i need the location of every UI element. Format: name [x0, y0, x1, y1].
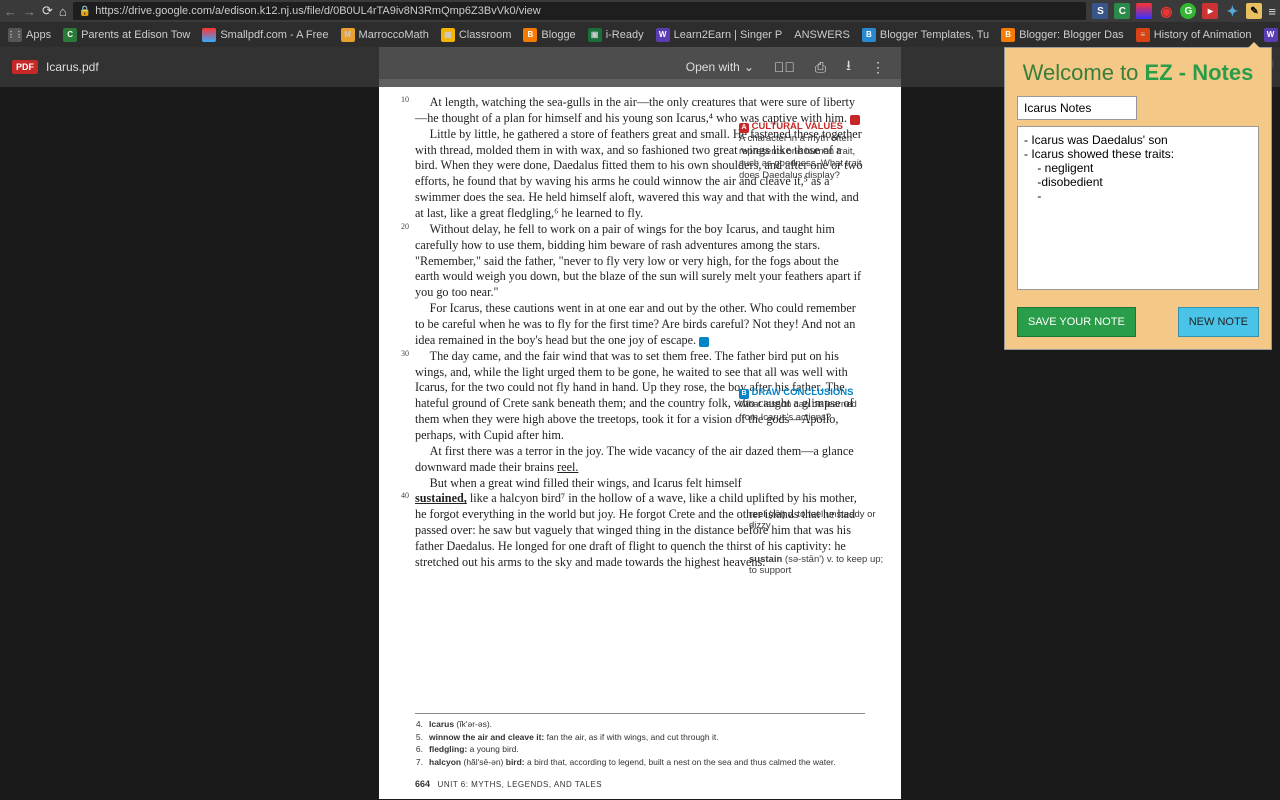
bookmark-item[interactable]: MMarroccoMath: [341, 28, 429, 42]
body-paragraph: But when a great wind filled their wings…: [415, 476, 865, 492]
line-number: 30: [401, 349, 409, 359]
ext-icon[interactable]: [1136, 3, 1152, 19]
viewer-toolbar: Open with ⌄ ✚⃝ ⎙ ⭳ ⋮: [379, 47, 901, 87]
footnotes: 4.Icarus (ĭkʹər-əs). 5.winnow the air an…: [415, 713, 865, 769]
bookmarks-bar: ⋮⋮Apps CParents at Edison Tow Smallpdf.c…: [0, 22, 1280, 47]
note-body-textarea[interactable]: [1017, 126, 1259, 290]
ext-icon[interactable]: ✦: [1224, 3, 1240, 19]
eznotes-popup: Welcome to EZ - Notes SAVE YOUR NOTE NEW…: [1004, 47, 1272, 350]
ext-icon[interactable]: ◉: [1158, 3, 1174, 19]
more-icon[interactable]: ⋮: [871, 59, 885, 76]
download-icon[interactable]: ⭳: [846, 55, 851, 79]
body-paragraph: At first there was a terror in the joy. …: [415, 444, 865, 476]
bookmark-item[interactable]: ≡History of Animation: [1136, 28, 1252, 42]
pdf-badge: PDF: [12, 60, 38, 74]
document-page: 10 At length, watching the sea-gulls in …: [379, 79, 901, 799]
document-title: Icarus.pdf: [46, 60, 99, 74]
add-to-drive-icon[interactable]: ✚⃝: [774, 59, 795, 75]
eznotes-header: Welcome to EZ - Notes: [1017, 60, 1259, 86]
bookmark-item[interactable]: ANSWERS: [794, 29, 850, 41]
chevron-down-icon: ⌄: [744, 60, 754, 74]
margin-annotation: B DRAW CONCLUSIONS What lesson can be le…: [739, 387, 869, 424]
popup-anchor-icon: [1248, 42, 1260, 48]
url-text: https://drive.google.com/a/edison.k12.nj…: [95, 5, 541, 17]
annotation-letter-icon: A: [739, 123, 749, 133]
bookmark-item[interactable]: BBlogger Templates, Tu: [862, 28, 989, 42]
extension-icons: S C ◉ G ▸ ✦ ✎ ≡: [1092, 3, 1276, 19]
annotation-marker-b: B: [699, 337, 709, 347]
new-note-button[interactable]: NEW NOTE: [1178, 307, 1259, 337]
url-bar[interactable]: 🔒 https://drive.google.com/a/edison.k12.…: [73, 2, 1087, 20]
bookmark-item[interactable]: BBlogge: [523, 28, 575, 42]
ext-icon[interactable]: G: [1180, 3, 1196, 19]
line-number: 10: [401, 95, 409, 105]
vocab-entry: reel (rēl) v. to feel unsteady or dizzy: [749, 509, 884, 531]
ext-icon[interactable]: C: [1114, 3, 1130, 19]
reload-icon[interactable]: ⟳: [42, 3, 53, 19]
line-number: 40: [401, 491, 409, 501]
menu-icon[interactable]: ≡: [1268, 4, 1276, 19]
bookmark-item[interactable]: BBlogger: Blogger Das: [1001, 28, 1124, 42]
bookmark-item[interactable]: ▦Classroom: [441, 28, 512, 42]
line-number: 20: [401, 222, 409, 232]
body-paragraph: For Icarus, these cautions went in at on…: [415, 301, 865, 349]
eznotes-ext-icon[interactable]: ✎: [1246, 3, 1262, 19]
body-paragraph: Without delay, he fell to work on a pair…: [415, 222, 865, 301]
bookmark-item[interactable]: CParents at Edison Tow: [63, 28, 190, 42]
margin-annotation: A CULTURAL VALUES A character in a myth …: [739, 121, 869, 183]
ext-icon[interactable]: ▸: [1202, 3, 1218, 19]
lock-icon: 🔒: [79, 6, 91, 17]
back-icon[interactable]: ←: [4, 4, 17, 19]
bookmark-item[interactable]: ▣i-Ready: [588, 28, 644, 42]
bookmark-item[interactable]: Smallpdf.com - A Free: [202, 28, 328, 42]
save-note-button[interactable]: SAVE YOUR NOTE: [1017, 307, 1136, 337]
print-icon[interactable]: ⎙: [815, 59, 826, 76]
home-icon[interactable]: ⌂: [59, 4, 67, 19]
bookmark-item[interactable]: ⋮⋮Apps: [8, 28, 51, 42]
browser-toolbar: ← → ⟳ ⌂ 🔒 https://drive.google.com/a/edi…: [0, 0, 1280, 22]
open-with-dropdown[interactable]: Open with ⌄: [686, 60, 754, 74]
vocab-entry: sustain (sə-stānʹ) v. to keep up; to sup…: [749, 554, 884, 576]
ext-icon[interactable]: S: [1092, 3, 1108, 19]
bookmark-item[interactable]: WLearn2Earn: [1264, 28, 1280, 42]
note-title-input[interactable]: [1017, 96, 1137, 120]
annotation-letter-icon: B: [739, 389, 749, 399]
forward-icon[interactable]: →: [23, 4, 36, 19]
bookmark-item[interactable]: WLearn2Earn | Singer P: [656, 28, 783, 42]
page-footer: 664 UNIT 6: MYTHS, LEGENDS, AND TALES: [415, 779, 602, 789]
